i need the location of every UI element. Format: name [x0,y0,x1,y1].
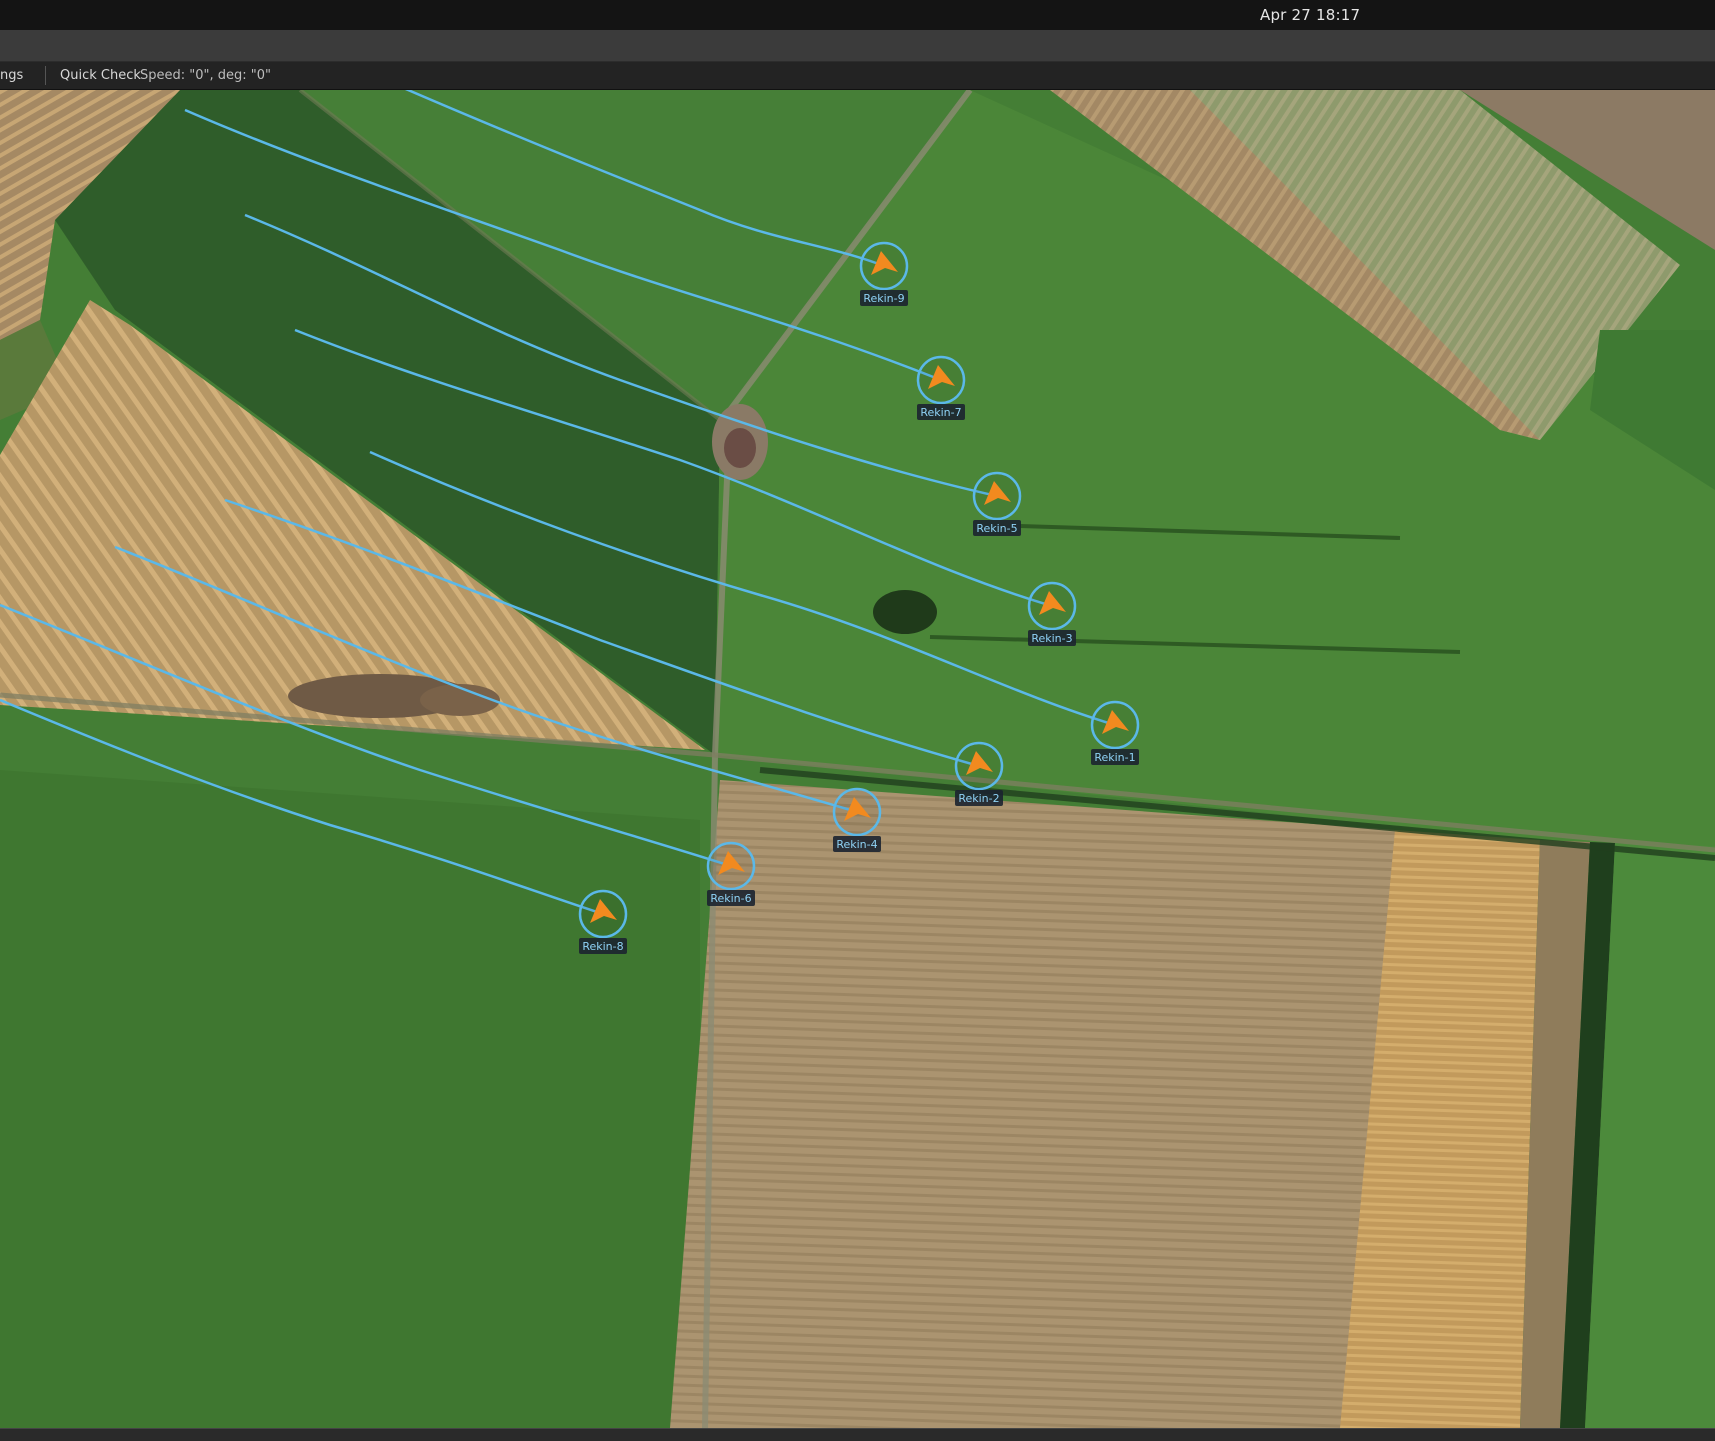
vehicle-marker-rekin-8[interactable]: Rekin-8 [578,889,628,954]
vehicle-overlay: Rekin-9 Rekin-7 Rekin-5 Rekin-3 Rekin-1 Rekin… [0,90,1140,954]
track-rekin-6 [0,603,732,868]
vehicle-marker-rekin-3[interactable]: Rekin-3 [1027,581,1077,646]
vehicle-marker-rekin-1[interactable]: Rekin-1 [1090,700,1140,765]
window-title-strip [0,30,1715,62]
track-rekin-9 [404,90,885,268]
map-view[interactable]: Rekin-9 Rekin-7 Rekin-5 Rekin-3 Rekin-1 Rekin… [0,90,1715,1428]
track-rekin-7 [184,108,942,382]
vehicle-label: Rekin-8 [582,940,623,953]
vehicle-label: Rekin-7 [920,406,961,419]
vehicle-label: Rekin-3 [1031,632,1072,645]
vehicle-label: Rekin-9 [863,292,904,305]
vehicle-label: Rekin-2 [958,792,999,805]
vehicle-marker-rekin-2[interactable]: Rekin-2 [954,741,1004,806]
vehicle-marker-rekin-6[interactable]: Rekin-6 [706,841,756,906]
vehicle-label: Rekin-6 [710,892,751,905]
tab-settings[interactable]: ngs [0,68,23,83]
toolbar-divider [45,66,46,85]
vehicle-marker-rekin-7[interactable]: Rekin-7 [916,355,966,420]
vehicle-label: Rekin-1 [1094,751,1135,764]
vehicle-marker-rekin-5[interactable]: Rekin-5 [972,471,1022,536]
vehicle-marker-rekin-4[interactable]: Rekin-4 [832,787,882,852]
app-toolbar: ngs Quick Check Speed: "0", deg: "0" [0,62,1715,90]
window-bottom-border [0,1428,1715,1441]
track-rekin-4 [114,545,858,814]
track-rekin-8 [0,698,604,916]
track-rekin-2 [224,498,980,768]
vehicle-label: Rekin-4 [836,838,877,851]
vehicle-label: Rekin-5 [976,522,1017,535]
tab-quick-check[interactable]: Quick Check [60,68,141,83]
system-top-bar: Apr 27 18:17 [0,0,1715,30]
vehicle-marker-rekin-9[interactable]: Rekin-9 [859,241,909,306]
track-layer [0,90,1116,916]
speed-status-text: Speed: "0", deg: "0" [140,68,272,83]
system-clock[interactable]: Apr 27 18:17 [1260,6,1360,24]
